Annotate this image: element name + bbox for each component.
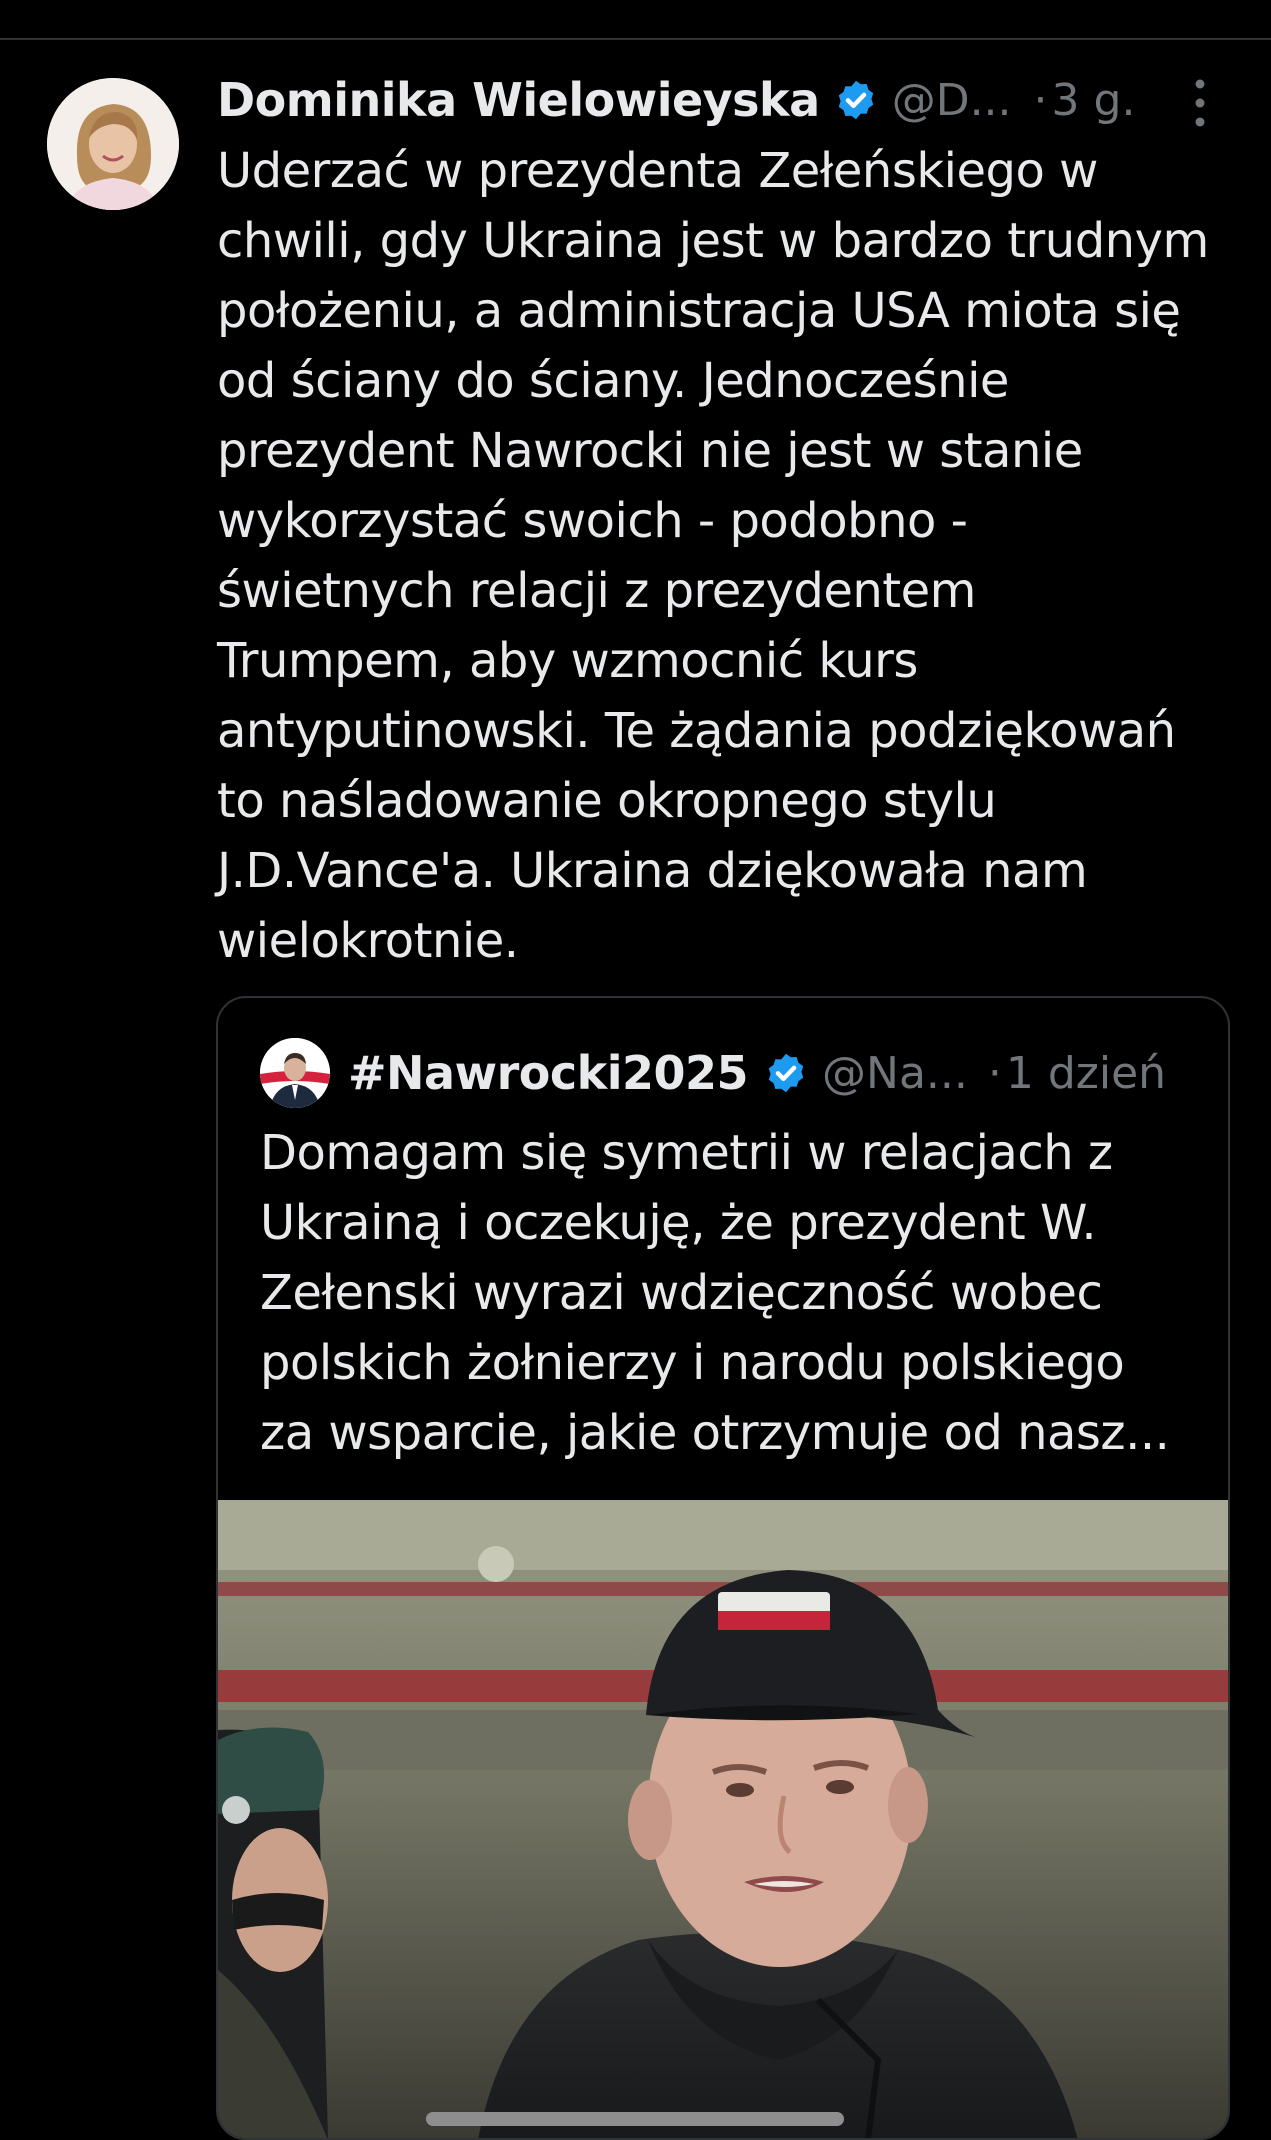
quote-time[interactable]: 1 dzień	[1006, 1048, 1166, 1099]
author-avatar[interactable]	[47, 78, 179, 210]
separator-dot: ·	[1033, 74, 1048, 126]
quote-media-video[interactable]	[218, 1500, 1228, 2138]
video-thumbnail	[218, 1500, 1228, 2138]
top-divider	[0, 38, 1271, 40]
quote-author-avatar[interactable]	[260, 1038, 330, 1108]
author-name[interactable]: Dominika Wielowieyska	[217, 73, 820, 127]
author-avatar-image	[47, 78, 179, 210]
tweet-header: Dominika Wielowieyska @D... · 3 g.	[217, 68, 1217, 132]
quote-text: Domagam się symetrii w relacjach z Ukrai…	[260, 1125, 1170, 1461]
more-vertical-icon[interactable]	[1188, 78, 1212, 128]
quote-author-handle[interactable]: @Na...	[822, 1048, 968, 1099]
quote-header: #Nawrocki2025 @Na... · 1 dzień	[348, 1040, 1166, 1106]
verified-badge-icon	[838, 80, 873, 120]
quote-avatar-image	[260, 1038, 330, 1108]
author-handle[interactable]: @D...	[892, 75, 1012, 126]
quote-author-name[interactable]: #Nawrocki2025	[348, 1046, 749, 1100]
verified-badge-icon	[768, 1053, 804, 1093]
tweet-text: Uderzać w prezydenta Zełeńskiego w chwil…	[217, 143, 1209, 969]
home-indicator[interactable]	[426, 2112, 844, 2126]
tweet-time[interactable]: 3 g.	[1052, 75, 1136, 126]
separator-dot: ·	[987, 1047, 1002, 1099]
quoted-tweet-card[interactable]: #Nawrocki2025 @Na... · 1 dzień Domagam s…	[216, 996, 1230, 2140]
